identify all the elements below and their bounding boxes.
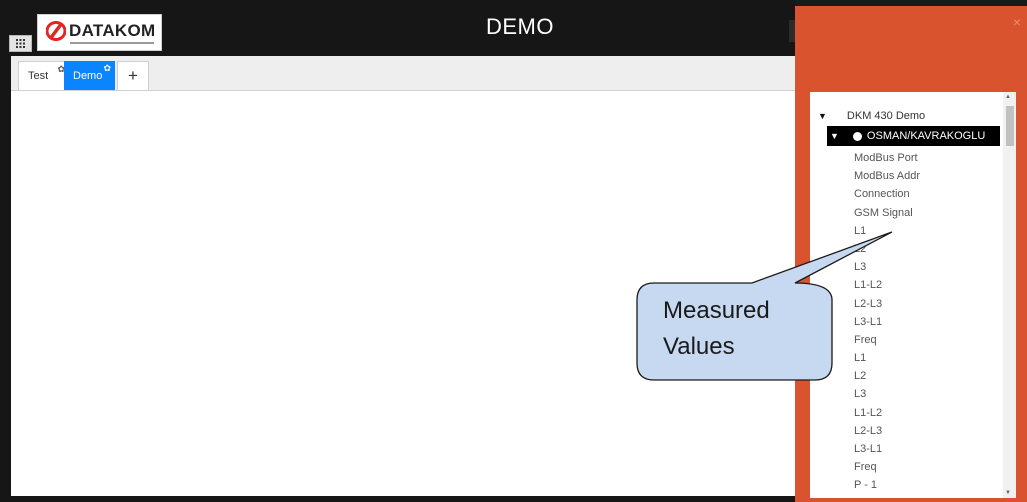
gear-icon[interactable]: ✿ [103,64,111,73]
tree-item[interactable]: ModBus Addr [854,167,920,185]
scroll-thumb[interactable] [1006,106,1014,146]
callout-line: Measured [663,297,770,324]
tree-item[interactable]: L1-L2 [854,404,920,422]
tree-item[interactable]: Freq [854,458,920,476]
tree-item[interactable]: L1-L2 [854,276,920,294]
tree-item[interactable]: L3 [854,385,920,403]
tree-root-label: DKM 430 Demo [846,110,926,122]
tree-item[interactable]: L1 [854,349,920,367]
tree-scrollbar[interactable]: ▲ ▼ [1003,92,1016,498]
app-window: DATAKOM DEMO Test ✿ Demo ✿ + [0,0,795,502]
tab-label: Demo [73,69,103,82]
tree-device-node[interactable]: ▼ OSMAN/KAVRAKOGLU [827,126,1000,146]
tab-bar: Test ✿ Demo ✿ + [11,56,795,91]
tree-item[interactable]: L3-L1 [854,313,920,331]
callout-text: Measured Values [663,293,770,365]
tree-item[interactable]: Freq [854,331,920,349]
close-icon[interactable]: × [1013,14,1021,30]
tab-label: Test [28,70,49,82]
scroll-down-icon[interactable]: ▼ [1005,490,1011,496]
tree-device-label: OSMAN/KAVRAKOGLU [866,130,986,142]
tree-item[interactable]: GSM Signal [854,204,920,222]
page-title: DEMO [486,14,554,39]
logo-text: DATAKOM [69,21,156,40]
tree-item[interactable]: L1 [854,222,920,240]
side-panel: × ▼ DKM 430 Demo ▼ OSMAN/KAVRAKOGLU ModB… [795,6,1027,502]
tree-item[interactable]: L2-L3 [854,422,920,440]
add-tab-button[interactable]: + [117,61,149,90]
tree-item[interactable]: L2 [854,240,920,258]
device-tree: ▼ DKM 430 Demo ▼ OSMAN/KAVRAKOGLU ModBus… [810,92,1016,498]
tree-item[interactable]: Connection [854,185,920,203]
logo-tagline [70,42,154,44]
tree-item[interactable]: ModBus Port [854,149,920,167]
tree-item[interactable]: L2 [854,367,920,385]
caret-down-icon[interactable]: ▼ [830,131,839,141]
tree-item[interactable]: P - 1 [854,476,920,494]
tree-item-list: ModBus Port ModBus Addr Connection GSM S… [854,149,920,495]
scroll-up-icon[interactable]: ▲ [1005,94,1011,100]
tab-demo[interactable]: Demo ✿ [64,61,115,90]
grid-icon [16,39,25,48]
tree-item[interactable]: L3 [854,258,920,276]
datakom-logo-icon [46,21,66,41]
tree-item[interactable]: L3-L1 [854,440,920,458]
callout-line: Values [663,333,735,360]
company-logo: DATAKOM [37,14,162,51]
status-dot-icon [852,131,862,141]
tree-item[interactable]: L2-L3 [854,295,920,313]
caret-down-icon[interactable]: ▼ [818,111,827,121]
tree-root-node[interactable]: ▼ DKM 430 Demo [818,110,925,122]
app-grid-button[interactable] [9,35,32,52]
tab-test[interactable]: Test ✿ [18,61,70,90]
